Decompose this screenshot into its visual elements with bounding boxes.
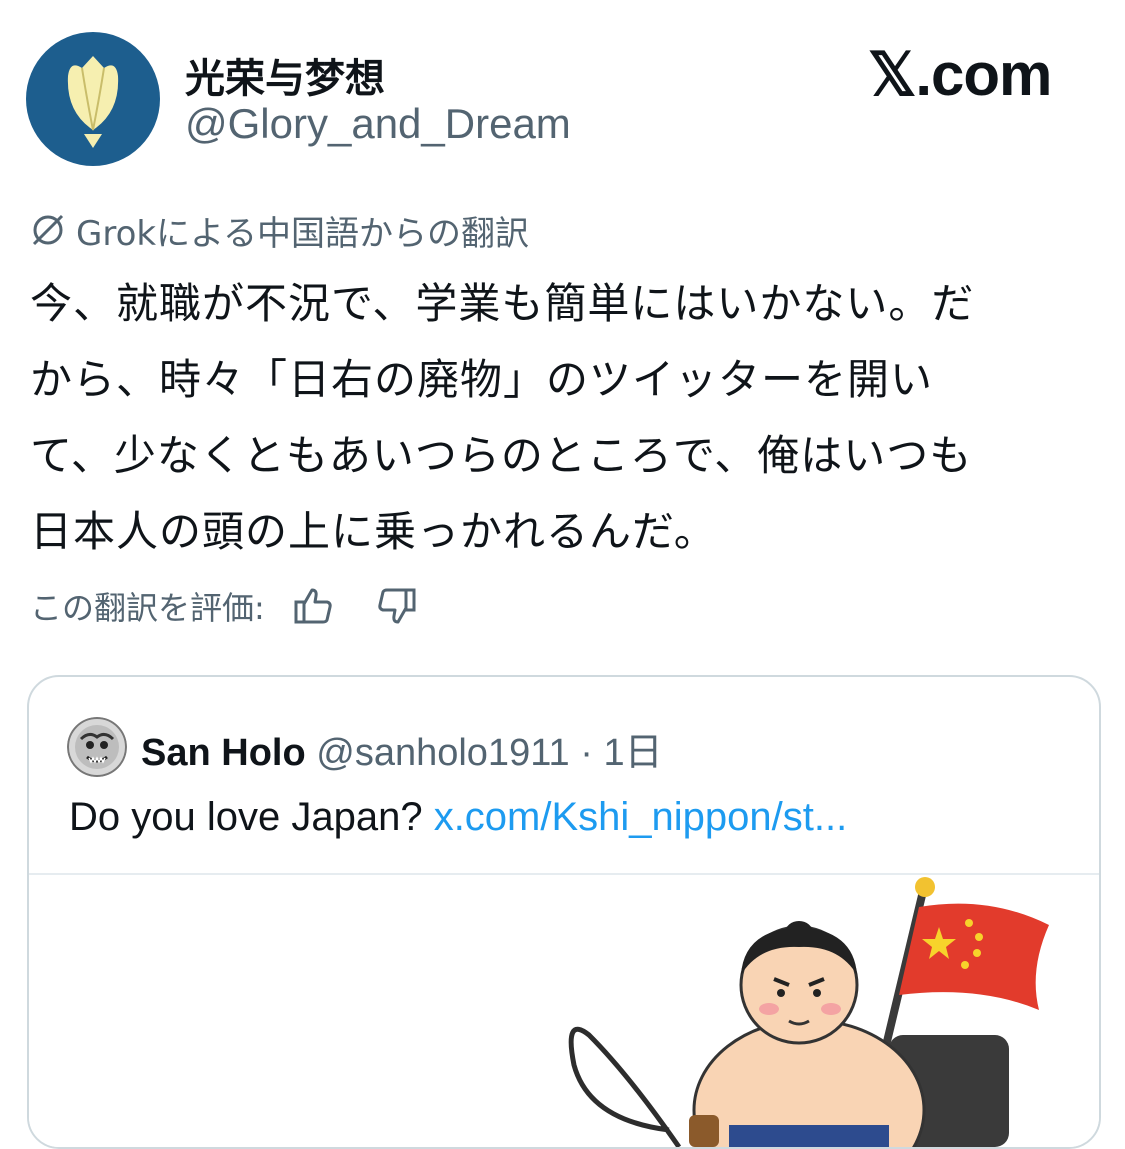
thumbs-up-icon bbox=[294, 588, 332, 624]
separator-dot: · bbox=[580, 732, 593, 774]
rate-translation: この翻訳を評価: bbox=[30, 580, 419, 632]
quoted-text: Do you love Japan? x.com/Kshi_nippon/st.… bbox=[69, 795, 847, 840]
quoted-name[interactable]: San Holo bbox=[141, 732, 306, 774]
tweet-line: 日本人の頭の上に乗っかれるんだ。 bbox=[30, 507, 717, 556]
sumo-flag-illustration bbox=[568, 877, 1049, 1147]
thumbs-up-button[interactable] bbox=[291, 584, 335, 628]
translation-label: Grokによる中国語からの翻訳 bbox=[76, 213, 530, 254]
quoted-handle[interactable]: @sanholo1911 bbox=[316, 732, 569, 774]
x-brand-logo: 𝕏.com bbox=[868, 41, 1052, 108]
quoted-header: San Holo @sanholo1911 · 1日 bbox=[141, 721, 663, 776]
display-name[interactable]: 光荣与梦想 bbox=[185, 46, 385, 104]
rate-label: この翻訳を評価: bbox=[30, 589, 265, 627]
grok-icon bbox=[32, 214, 64, 246]
quoted-text-body: Do you love Japan? bbox=[69, 795, 434, 839]
tulip-icon bbox=[67, 56, 119, 148]
quoted-media[interactable] bbox=[29, 875, 1099, 1147]
demon-mask-icon bbox=[67, 717, 127, 777]
thumbs-down-button[interactable] bbox=[375, 584, 419, 628]
quoted-time[interactable]: 1日 bbox=[603, 732, 662, 774]
quoted-post[interactable]: San Holo @sanholo1911 · 1日 Do you love J… bbox=[27, 675, 1101, 1149]
user-handle[interactable]: @Glory_and_Dream bbox=[185, 100, 571, 148]
tweet-line: 今、就職が不況で、学業も簡単にはいかない。だ bbox=[30, 279, 975, 328]
thumbs-down-icon bbox=[378, 588, 416, 624]
tweet-line: から、時々「日右の廃物」のツイッターを開い bbox=[30, 355, 934, 404]
tweet-line: て、少なくともあいつらのところで、俺はいつも bbox=[30, 431, 973, 480]
tweet-text: 今、就職が不況で、学業も簡単にはいかない。だ から、時々「日右の廃物」のツイッタ… bbox=[30, 266, 1100, 570]
quoted-avatar[interactable] bbox=[67, 717, 127, 777]
quoted-link[interactable]: x.com/Kshi_nippon/st... bbox=[434, 795, 848, 839]
avatar[interactable] bbox=[26, 32, 160, 166]
translation-attribution: Grokによる中国語からの翻訳 bbox=[28, 206, 529, 254]
